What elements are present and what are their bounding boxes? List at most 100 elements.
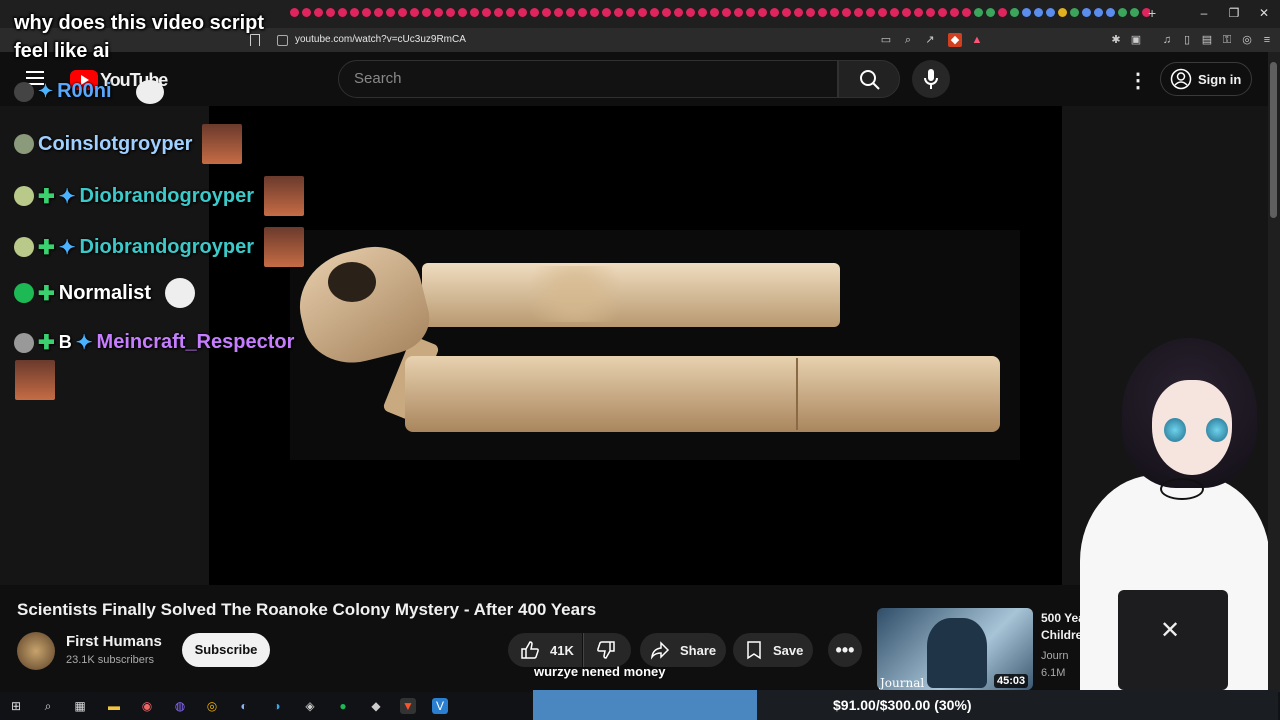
url-text[interactable]: youtube.com/watch?v=cUc3uz9RmCA xyxy=(295,34,466,45)
browser-tab-favicon[interactable] xyxy=(602,8,611,17)
brave-shield-icon[interactable]: ◆ xyxy=(948,33,962,47)
channel-avatar[interactable] xyxy=(17,632,55,670)
browser-tab-favicon[interactable] xyxy=(398,8,407,17)
browser-tab-favicon[interactable] xyxy=(1022,8,1031,17)
browser-tab-favicon[interactable] xyxy=(662,8,671,17)
browser-tab-favicon[interactable] xyxy=(1106,8,1115,17)
browser-tab-favicon[interactable] xyxy=(410,8,419,17)
sidebar-icon[interactable]: ▯ xyxy=(1180,33,1194,47)
browser-tab-favicon[interactable] xyxy=(686,8,695,17)
browser-tab-favicon[interactable] xyxy=(998,8,1007,17)
more-actions-button[interactable]: ••• xyxy=(828,633,862,667)
browser-tab-favicon[interactable] xyxy=(638,8,647,17)
leo-icon[interactable]: ◎ xyxy=(1240,33,1254,47)
browser-tab-favicon[interactable] xyxy=(566,8,575,17)
browser-tab-favicon[interactable] xyxy=(794,8,803,17)
browser-tab-favicon[interactable] xyxy=(818,8,827,17)
browser-tab-favicon[interactable] xyxy=(710,8,719,17)
extension-puzzle-icon[interactable]: ✱ xyxy=(1109,33,1123,47)
browser-tab-favicon[interactable] xyxy=(866,8,875,17)
browser-tab-favicon[interactable] xyxy=(314,8,323,17)
browser-tab-favicon[interactable] xyxy=(902,8,911,17)
browser-tab-favicon[interactable] xyxy=(530,8,539,17)
browser-tab-favicon[interactable] xyxy=(674,8,683,17)
app-icon[interactable]: ◆ xyxy=(368,698,384,714)
browser-tab-favicon[interactable] xyxy=(554,8,563,17)
search-taskbar-icon[interactable]: ⌕ xyxy=(40,698,56,714)
restore-button[interactable]: ❐ xyxy=(1224,6,1244,22)
search-button[interactable] xyxy=(838,60,900,98)
minimize-button[interactable]: – xyxy=(1194,6,1214,22)
translate-icon[interactable]: ▣ xyxy=(1129,33,1143,47)
browser-tab-favicon[interactable] xyxy=(434,8,443,17)
browser-tab-favicon[interactable] xyxy=(806,8,815,17)
browser-tab-favicon[interactable] xyxy=(470,8,479,17)
file-explorer-icon[interactable]: ▬ xyxy=(106,698,122,714)
windows-start-icon[interactable]: ⊞ xyxy=(8,698,24,714)
browser-tab-favicon[interactable] xyxy=(1058,8,1067,17)
scrollbar-thumb[interactable] xyxy=(1270,62,1277,218)
browser-tab-favicon[interactable] xyxy=(722,8,731,17)
browser-tab-favicon[interactable] xyxy=(506,8,515,17)
browser-tab-favicon[interactable] xyxy=(446,8,455,17)
browser-tab-favicon[interactable] xyxy=(518,8,527,17)
zoom-icon[interactable]: ⌕ xyxy=(901,33,915,47)
browser-tabs[interactable] xyxy=(290,8,1150,20)
browser-tab-favicon[interactable] xyxy=(326,8,335,17)
browser-tab-favicon[interactable] xyxy=(374,8,383,17)
browser-tab-favicon[interactable] xyxy=(1130,8,1139,17)
browser-tab-favicon[interactable] xyxy=(614,8,623,17)
obs-icon[interactable]: ◉ xyxy=(139,698,155,714)
browser-tab-favicon[interactable] xyxy=(1082,8,1091,17)
like-button[interactable]: 41K xyxy=(508,633,582,667)
browser-tab-favicon[interactable] xyxy=(1094,8,1103,17)
save-button[interactable]: Save xyxy=(733,633,813,667)
browser-tab-favicon[interactable] xyxy=(974,8,983,17)
browser-tab-favicon[interactable] xyxy=(1010,8,1019,17)
media-icon[interactable]: ♫ xyxy=(1160,33,1174,47)
browser-tab-favicon[interactable] xyxy=(494,8,503,17)
rewards-icon[interactable]: ▲ xyxy=(970,33,984,47)
browser-tab-favicon[interactable] xyxy=(914,8,923,17)
browser-tab-favicon[interactable] xyxy=(878,8,887,17)
browser-tab-favicon[interactable] xyxy=(986,8,995,17)
browser-tab-favicon[interactable] xyxy=(782,8,791,17)
browser-tab-favicon[interactable] xyxy=(458,8,467,17)
browser-tab-favicon[interactable] xyxy=(626,8,635,17)
spotify-icon[interactable]: ● xyxy=(335,698,351,714)
browser-tab-favicon[interactable] xyxy=(1118,8,1127,17)
browser-tab-favicon[interactable] xyxy=(350,8,359,17)
browser-tab-favicon[interactable] xyxy=(770,8,779,17)
browser-tab-favicon[interactable] xyxy=(734,8,743,17)
browser-tab-favicon[interactable] xyxy=(422,8,431,17)
browser-tab-favicon[interactable] xyxy=(854,8,863,17)
browser-tab-favicon[interactable] xyxy=(830,8,839,17)
browser-tab-favicon[interactable] xyxy=(938,8,947,17)
cast-icon[interactable]: ▭ xyxy=(879,33,893,47)
browser-tab-favicon[interactable] xyxy=(962,8,971,17)
vpn-icon[interactable]: ⚿ xyxy=(1220,33,1234,47)
browser-tab-favicon[interactable] xyxy=(890,8,899,17)
share-page-icon[interactable]: ↗ xyxy=(923,33,937,47)
browser-tab-favicon[interactable] xyxy=(362,8,371,17)
browser-tab-favicon[interactable] xyxy=(758,8,767,17)
browser-tab-favicon[interactable] xyxy=(950,8,959,17)
browser-tab-favicon[interactable] xyxy=(650,8,659,17)
browser-tab-favicon[interactable] xyxy=(1046,8,1055,17)
browser-tab-favicon[interactable] xyxy=(746,8,755,17)
wallet-icon[interactable]: ▤ xyxy=(1200,33,1214,47)
browser-menu-icon[interactable]: ≡ xyxy=(1260,33,1274,47)
browser-tab-favicon[interactable] xyxy=(386,8,395,17)
steam-icon[interactable]: ◐ xyxy=(236,698,252,714)
browser-tab-favicon[interactable] xyxy=(578,8,587,17)
share-button[interactable]: Share xyxy=(640,633,726,667)
chrome-icon[interactable]: ◎ xyxy=(204,698,220,714)
browser-tab-favicon[interactable] xyxy=(482,8,491,17)
close-window-button[interactable]: ✕ xyxy=(1254,6,1274,22)
channel-name[interactable]: First Humans xyxy=(66,633,162,650)
browser-tab-favicon[interactable] xyxy=(1034,8,1043,17)
more-options-icon[interactable]: ⋮ xyxy=(1128,68,1148,93)
browser-tab-favicon[interactable] xyxy=(542,8,551,17)
browser-tab-favicon[interactable] xyxy=(590,8,599,17)
edge-icon[interactable]: ◑ xyxy=(269,698,285,714)
